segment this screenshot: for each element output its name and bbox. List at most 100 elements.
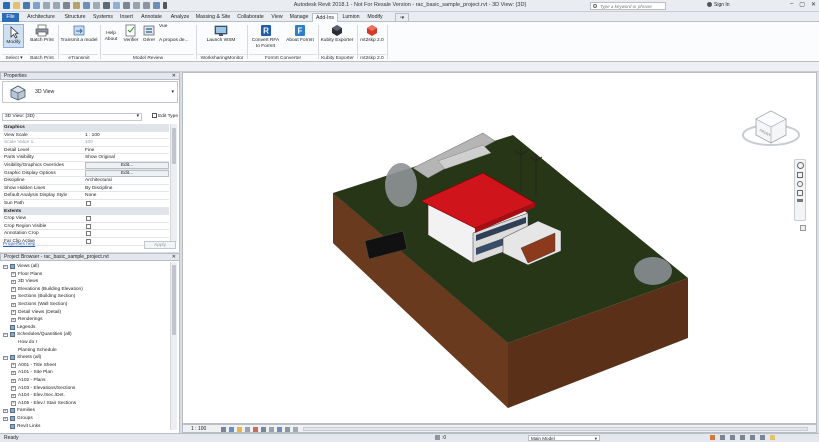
select-underlay-icon[interactable] [730,435,735,440]
save-icon[interactable] [23,2,30,9]
type-selector[interactable]: 3D View ▾ [2,81,178,103]
property-value[interactable]: Architectural [85,177,112,184]
browser-tree-item[interactable]: + Families [0,407,168,415]
property-checkbox[interactable] [86,239,91,244]
browser-tree-item[interactable]: + Sections (Wall Section) [0,301,168,309]
drag-on-selection-icon[interactable] [760,435,765,440]
view-scale[interactable]: 1 : 100 [191,425,206,433]
tab-architecture[interactable]: Architecture [22,13,60,22]
close-hidden-icon[interactable] [143,2,150,9]
close-icon[interactable]: ✕ [172,254,176,261]
nav-options-icon[interactable] [797,199,803,202]
detail-level-icon[interactable] [221,427,226,432]
property-value[interactable]: None [85,192,96,199]
print-icon[interactable] [63,2,70,9]
lock-3d-icon[interactable] [277,427,282,432]
browser-tree-item[interactable]: + A001 - Title Sheet [0,362,168,370]
sign-in-button[interactable]: Sign In [707,2,730,8]
expand-icon[interactable]: + [11,393,16,399]
text-icon[interactable] [103,2,110,9]
default-3d-view-icon[interactable] [113,2,120,9]
measure-icon[interactable] [73,2,80,9]
tab-collaborate[interactable]: Collaborate [234,13,267,22]
browser-scrollbar[interactable] [170,262,177,430]
worksets-icon[interactable] [435,435,440,440]
browser-tree-item[interactable]: Planting Schedule [0,347,168,355]
property-value[interactable]: Show Original [85,154,115,161]
section-icon[interactable] [123,2,130,9]
search-input[interactable]: Type a keyword or phrase [590,2,666,10]
browser-tree-item[interactable]: Legends [0,324,168,332]
expand-icon[interactable]: + [11,386,16,391]
tab-structure[interactable]: Structure [61,13,89,22]
browser-tree-item[interactable]: + A103 - Elevations/Sections [0,385,168,393]
tab-insert[interactable]: Insert [117,13,136,22]
property-checkbox[interactable] [86,216,91,222]
expand-icon[interactable]: + [11,371,16,376]
properties-help-link[interactable]: Properties help [3,242,35,247]
tab-massing-site[interactable]: Massing & Site [193,13,233,22]
launch-wsm-button[interactable]: Launch WSM [199,24,243,44]
modify-button[interactable]: Modify [3,24,24,48]
editable-only-icon[interactable] [710,435,715,440]
active-workset-select[interactable]: Main Model ▾ [528,435,600,441]
property-group-header[interactable]: Graphics [3,124,169,132]
verifier-button[interactable]: Verifier [121,24,141,44]
tab-view[interactable]: View [268,13,286,22]
batch-print-button[interactable]: Batch Print [27,24,57,44]
apply-button[interactable]: Apply [144,241,176,249]
render-icon[interactable] [253,427,258,432]
rvt2skp-button[interactable]: rvt2skp 2.0 [359,24,385,44]
undo-icon[interactable] [43,2,50,9]
about-formit-button[interactable]: F About FormIt [283,24,317,44]
expand-icon[interactable]: + [11,401,16,406]
close-icon[interactable]: ✕ [172,73,176,80]
steering-wheel-icon[interactable] [796,162,804,169]
sun-path-icon[interactable] [237,427,242,432]
collapse-icon[interactable]: − [3,264,8,269]
edit-button[interactable]: Edit... [85,169,169,177]
select-links-icon[interactable] [720,435,725,440]
browser-tree-item[interactable]: + A101 - Site Plan [0,369,168,377]
convert-rfa-button[interactable]: R Convert RFA to FormIt [249,24,282,49]
expand-icon[interactable]: + [11,363,16,368]
nav-bar-expand-icon[interactable] [800,225,806,231]
orbit-icon[interactable] [797,190,803,196]
model-canvas[interactable] [183,73,817,424]
thin-lines-icon[interactable] [133,2,140,9]
expand-icon[interactable]: + [11,378,16,383]
expand-icon[interactable]: + [11,287,16,292]
browser-tree-item[interactable]: + Sections (Building Section) [0,293,168,301]
tab-add-ins[interactable]: Add-Ins [312,13,338,22]
sync-icon[interactable] [33,2,40,9]
visual-style-icon[interactable] [229,427,234,432]
browser-tree-item[interactable]: − Schedules/Quantities (all) [0,331,168,339]
panel-select-label[interactable]: Select ▾ [2,54,26,61]
minimize-button[interactable]: – [790,1,793,8]
pan-icon[interactable] [797,172,803,178]
ribbon-minimize-toggle[interactable]: ▫▾ [395,13,409,22]
expand-icon[interactable]: + [11,317,16,323]
edit-button[interactable]: Edit... [85,162,169,169]
edit-type-button[interactable]: Edit Type [144,113,178,121]
property-value[interactable]: By Discipline [85,185,112,192]
browser-tree-item[interactable]: + A105 - Elev./ Stair Sections [0,400,168,408]
dimension-icon[interactable] [83,2,90,9]
expand-icon[interactable]: + [11,272,16,277]
browser-tree-item[interactable]: − Sheets (all) [0,354,168,362]
browser-tree-item[interactable]: + Groups [0,415,168,423]
tab-modify[interactable]: Modify [364,13,386,22]
scrollbar-thumb[interactable] [172,128,176,164]
about-button[interactable]: About [105,37,118,42]
browser-tree-item[interactable]: +3D Views [0,278,168,286]
browser-tree-item[interactable]: + Floor Plans [0,271,168,279]
collapse-icon[interactable]: − [3,355,8,361]
close-button[interactable]: ✕ [811,1,816,8]
reveal-hidden-icon[interactable] [293,427,298,432]
instance-filter-select[interactable]: 3D View: {3D} ▾ [2,113,142,121]
expand-icon[interactable]: + [11,302,16,307]
crop-region-icon[interactable] [269,427,274,432]
browser-tree-item[interactable]: + A104 - Elev./Sec./Det. [0,392,168,400]
help-button[interactable]: Help About [102,24,120,42]
browser-tree-item[interactable]: − Views (all) [0,263,168,271]
